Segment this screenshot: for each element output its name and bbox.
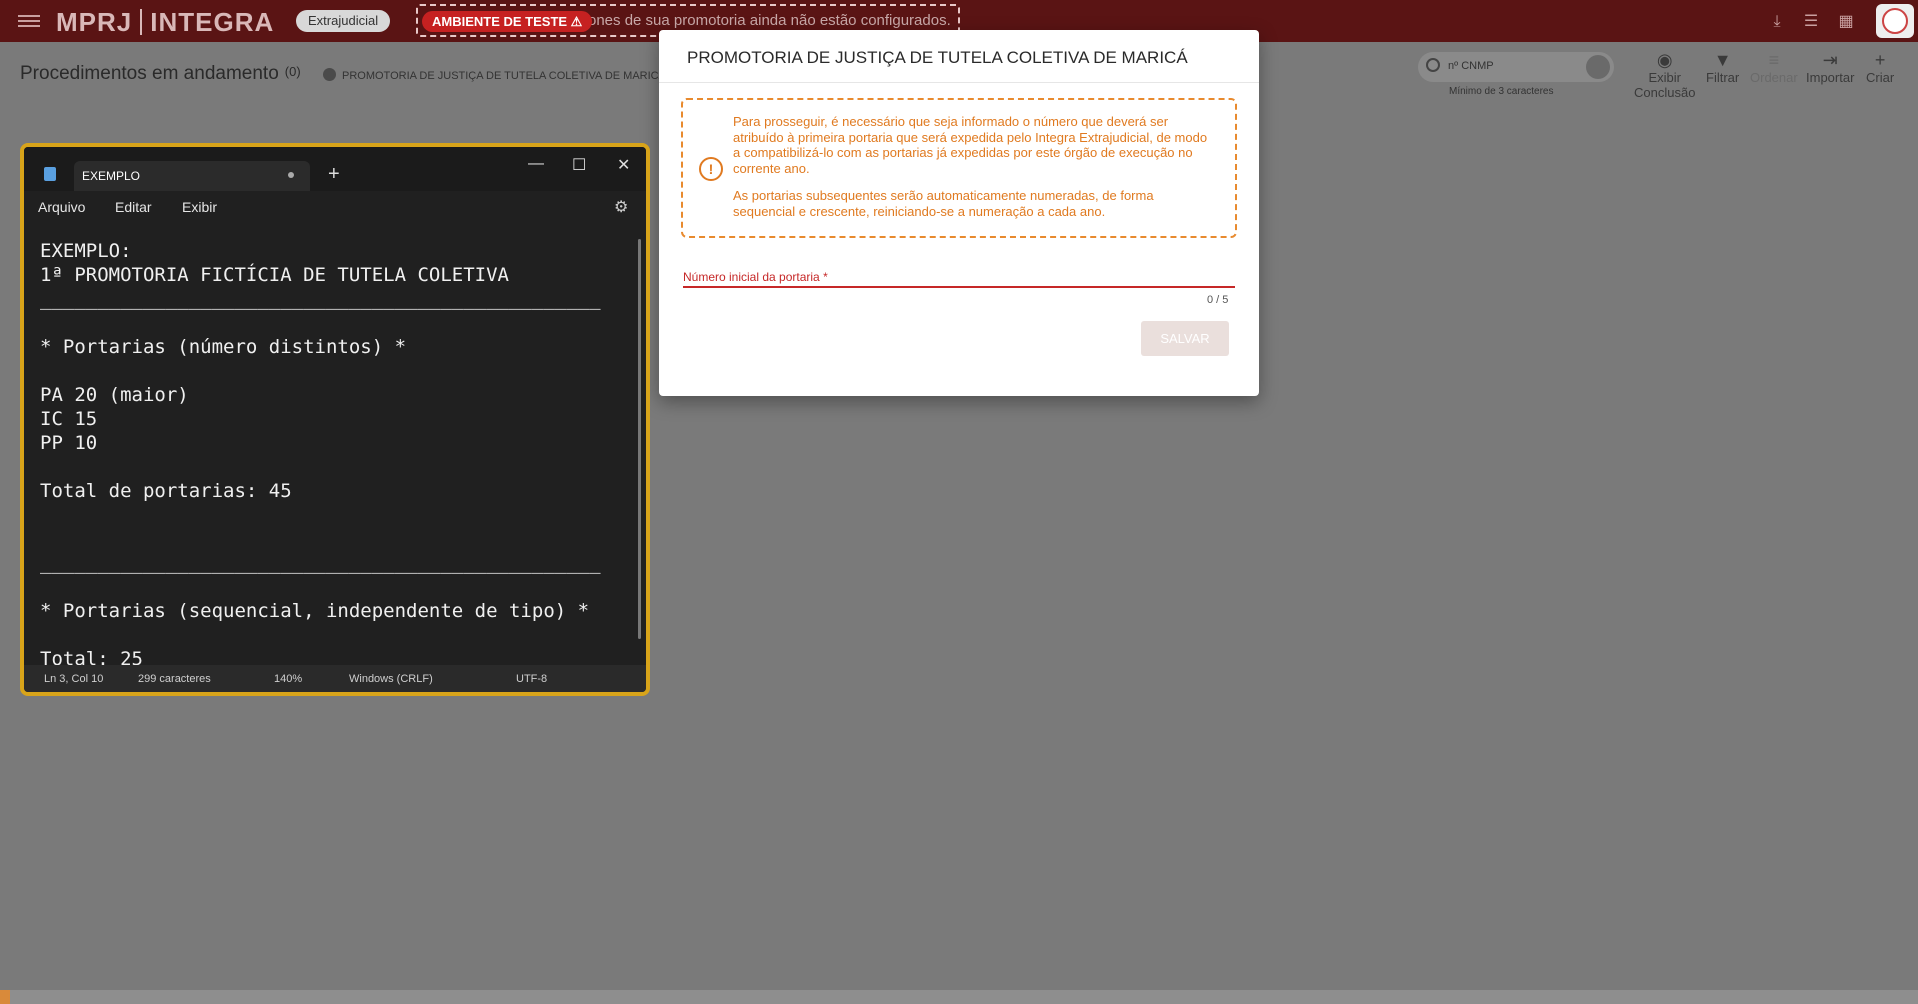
status-char-count: 299 caracteres	[138, 673, 211, 685]
filter-icon: ▼	[1713, 50, 1732, 70]
search-submit-button[interactable]	[1586, 55, 1610, 79]
close-icon[interactable]: ✕	[617, 155, 630, 175]
save-button[interactable]: SALVAR	[1141, 321, 1229, 356]
menu-icon[interactable]	[18, 12, 40, 30]
notepad-line	[40, 527, 630, 551]
notepad-tab-title: EXEMPLO	[82, 169, 141, 183]
app-logo[interactable]: MPRJ INTEGRA	[56, 7, 274, 38]
warning-text-1: Para prosseguir, é necessário que seja i…	[733, 114, 1208, 176]
initial-number-underline	[683, 286, 1235, 288]
notepad-line	[40, 455, 630, 479]
notepad-line: ________________________________________…	[40, 288, 601, 310]
tune-icon[interactable]: ☰	[1802, 13, 1820, 31]
bottom-strip	[0, 990, 1918, 1004]
notepad-line	[40, 623, 630, 647]
warning-text-2: As portarias subsequentes serão automati…	[733, 188, 1154, 219]
menu-arquivo[interactable]: Arquivo	[38, 199, 85, 215]
show-conclusion-button[interactable]: ◉ Exibir Conclusão	[1634, 50, 1695, 100]
module-chip[interactable]: Extrajudicial	[296, 10, 391, 32]
filter-button[interactable]: ▼ Filtrar	[1706, 50, 1739, 85]
notepad-line	[40, 503, 630, 527]
user-avatar[interactable]	[1876, 4, 1914, 38]
search-box[interactable]: nº CNMP	[1418, 52, 1614, 82]
import-label: Importar	[1806, 70, 1855, 85]
sort-button[interactable]: ≡ Ordenar	[1750, 50, 1798, 85]
procedures-count: (0)	[284, 64, 301, 79]
notepad-window: EXEMPLO + — ☐ ✕ Arquivo Editar Exibir ⚙ …	[20, 143, 650, 696]
unsaved-dot-icon	[288, 172, 294, 178]
page-title: Procedimentos em andamento (0)	[20, 63, 301, 85]
plus-icon: +	[1874, 50, 1886, 70]
promotoria-name: PROMOTORIA DE JUSTIÇA DE TUTELA COLETIVA…	[342, 70, 666, 82]
menu-editar[interactable]: Editar	[115, 199, 152, 215]
warning-icon: !	[699, 157, 723, 181]
eye-icon: ◉	[1656, 50, 1673, 70]
character-counter: 0 / 5	[1207, 294, 1229, 306]
sort-label: Ordenar	[1750, 70, 1798, 85]
calendar-icon[interactable]: ▦	[1837, 13, 1855, 31]
test-environment-message: ones de sua promotoria ainda não estão c…	[588, 12, 951, 29]
notepad-line: PA 20 (maior)	[40, 384, 189, 406]
notepad-line: PP 10	[40, 432, 98, 454]
create-label: Criar	[1866, 70, 1895, 85]
gear-icon[interactable]: ⚙	[614, 197, 628, 217]
logo-integra: INTEGRA	[150, 7, 275, 37]
show-conclusion-label-2: Conclusão	[1634, 85, 1696, 100]
notepad-line	[40, 359, 630, 383]
notepad-app-icon	[44, 167, 56, 181]
portaria-config-dialog: PROMOTORIA DE JUSTIÇA DE TUTELA COLETIVA…	[659, 30, 1259, 396]
notepad-scrollbar[interactable]	[638, 239, 641, 639]
warning-box: ! Para prosseguir, é necessário que seja…	[681, 98, 1237, 238]
test-environment-badge: AMBIENTE DE TESTE ⚠	[422, 11, 593, 32]
notepad-line	[40, 575, 630, 599]
dialog-divider	[659, 82, 1259, 83]
maximize-icon[interactable]: ☐	[572, 155, 586, 175]
search-input[interactable]: nº CNMP	[1448, 60, 1494, 72]
notepad-line: ________________________________________…	[40, 552, 601, 574]
search-hint: Mínimo de 3 caracteres	[1449, 86, 1554, 97]
download-icon[interactable]: ⤓	[1768, 13, 1786, 31]
sort-icon: ≡	[1768, 50, 1780, 70]
page-title-text: Procedimentos em andamento	[20, 63, 279, 84]
bottom-accent	[0, 990, 10, 1004]
notepad-line: * Portarias (número distintos) *	[40, 336, 407, 358]
notepad-line: * Portarias (sequencial, independente de…	[40, 600, 590, 622]
notepad-statusbar: Ln 3, Col 10 299 caracteres 140% Windows…	[24, 665, 646, 692]
status-cursor-position: Ln 3, Col 10	[44, 673, 104, 685]
notepad-line: EXEMPLO:	[40, 240, 132, 262]
notepad-line: IC 15	[40, 408, 98, 430]
logo-mprj: MPRJ	[56, 7, 133, 37]
notepad-line: 1ª PROMOTORIA FICTÍCIA DE TUTELA COLETIV…	[40, 264, 509, 286]
search-icon	[1426, 58, 1440, 72]
status-line-ending[interactable]: Windows (CRLF)	[349, 673, 433, 685]
show-conclusion-label-1: Exibir	[1648, 70, 1681, 85]
import-icon: ⇥	[1822, 50, 1838, 70]
notepad-line: Total de portarias: 45	[40, 480, 292, 502]
status-zoom[interactable]: 140%	[274, 673, 302, 685]
notepad-line	[40, 311, 630, 335]
create-button[interactable]: + Criar	[1866, 50, 1894, 85]
new-tab-icon[interactable]: +	[328, 163, 340, 186]
chevron-down-icon	[323, 68, 336, 81]
dialog-title: PROMOTORIA DE JUSTIÇA DE TUTELA COLETIVA…	[687, 48, 1188, 67]
filter-label: Filtrar	[1706, 70, 1740, 85]
menu-exibir[interactable]: Exibir	[182, 199, 217, 215]
import-button[interactable]: ⇥ Importar	[1806, 50, 1854, 85]
notepad-text-area[interactable]: EXEMPLO: 1ª PROMOTORIA FICTÍCIA DE TUTELA…	[40, 239, 630, 671]
minimize-icon[interactable]: —	[528, 155, 544, 173]
promotoria-selector[interactable]: PROMOTORIA DE JUSTIÇA DE TUTELA COLETIVA…	[323, 68, 666, 82]
status-encoding[interactable]: UTF-8	[516, 673, 547, 685]
